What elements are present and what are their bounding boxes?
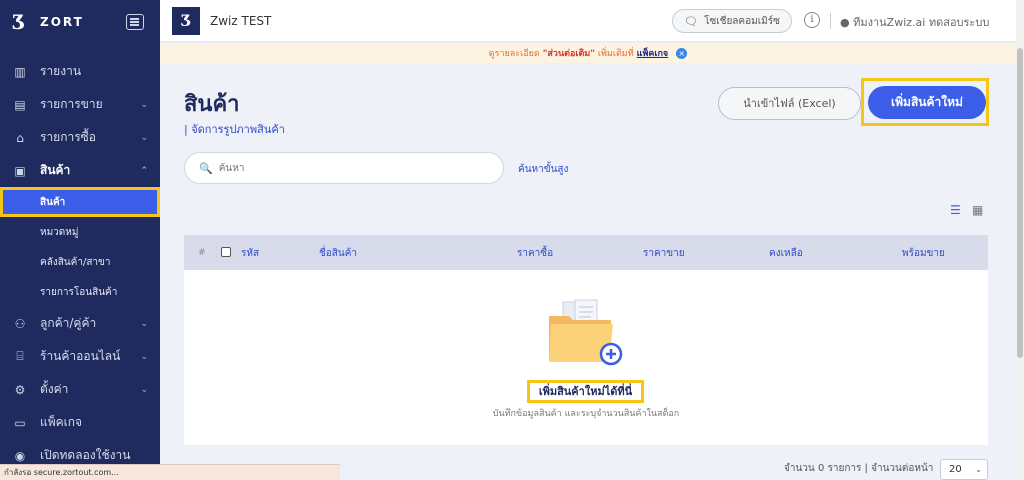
sidebar-item-label: รายการซื้อ [40,130,97,144]
clipboard-icon: ▤ [14,97,26,112]
sidebar-subitem-categories[interactable]: หมวดหมู่ [0,217,160,247]
chevron-down-icon: ⌄ [140,132,148,143]
column-buy-price[interactable]: ราคาซื้อ [517,246,553,261]
add-product-button[interactable]: เพิ่มสินค้าใหม่ [868,86,986,119]
chevron-up-icon: ⌃ [140,165,148,176]
package-icon: ▭ [14,415,26,430]
sidebar-nav: ▥ รายงาน ▤ รายการขาย ⌄ ⌂ รายการซื้อ ⌄ ▣ … [0,55,160,472]
notice-middle: เพิ่มเติมที่ [597,49,634,59]
sidebar-item-label: สินค้า [40,163,71,177]
advanced-search-link[interactable]: ค้นหาขั้นสูง [518,162,568,177]
page-size-select[interactable]: 20 ⌄ [940,459,988,480]
sidebar-item-label: แพ็คเกจ [40,415,83,429]
column-name[interactable]: ชื่อสินค้า [319,246,357,261]
sidebar-item-reports[interactable]: ▥ รายงาน [0,55,160,88]
select-all-checkbox[interactable] [221,247,231,257]
chevron-down-icon: ⌄ [140,318,148,329]
empty-description: บันทึกข้อมูลสินค้า และระบุจำนวนสินค้าในส… [492,409,680,419]
sidebar-item-label: ลูกค้า/คู่ค้า [40,316,97,330]
sidebar-subitem-transfers[interactable]: รายการโอนสินค้า [0,277,160,307]
user-icon: ● [840,16,850,29]
workspace-logo-icon: Ʒ [172,6,200,35]
table-header: # รหัส ชื่อสินค้า ราคาซื้อ ราคาขาย คงเหล… [184,235,988,270]
store-icon: ⌸ [16,349,24,363]
sidebar-item-products[interactable]: ▣ สินค้า ⌃ [0,154,160,187]
import-excel-button[interactable]: นำเข้าไฟล์ (Excel) [718,87,861,120]
chevron-down-icon: ⌄ [140,384,148,395]
social-commerce-button[interactable]: 🗨 โซเชียลคอมเมิร์ซ [672,9,792,33]
pagination-summary: จำนวน 0 รายการ | จำนวนต่อหน้า [784,463,934,474]
chat-icon: 🗨 [684,14,699,28]
bar-chart-icon: ▥ [14,64,26,79]
search-input[interactable] [218,162,479,174]
search-icon: 🔍 [199,161,213,175]
scroll-thumb[interactable] [1017,48,1023,358]
brand-name: ZORT [40,15,84,29]
browser-status-bar: กำลังรอ secure.zortout.com... [0,464,340,480]
sidebar-item-settings[interactable]: ⚙ ตั้งค่า ⌄ [0,373,160,406]
play-icon: ◉ [14,448,26,463]
sidebar-item-label: ตั้งค่า [40,382,69,396]
notice-package-link[interactable]: แพ็คเกจ [637,46,669,60]
notice-banner: ดูรายละเอียด "ส่วนต่อเติม" เพิ่มเติมที่ … [160,43,1016,63]
gear-icon: ⚙ [14,382,26,397]
social-commerce-label: โซเชียลคอมเมิร์ซ [704,15,780,27]
notice-highlight: "ส่วนต่อเติม" [542,49,595,59]
add-product-here-link[interactable]: เพิ่มสินค้าใหม่ได้ที่นี่ [530,383,641,400]
box-icon: ▣ [14,163,26,178]
sidebar-item-label: ร้านค้าออนไลน์ [40,349,121,363]
page-size-value: 20 [949,464,962,475]
sidebar-item-package[interactable]: ▭ แพ็คเกจ [0,406,160,439]
top-header: Ʒ Zwiz TEST 🗨 โซเชียลคอมเมิร์ซ i ● ทีมงา… [160,0,1016,42]
column-sell-price[interactable]: ราคาขาย [643,246,685,261]
column-hash: # [198,248,206,258]
workspace-name: Zwiz TEST [210,13,272,28]
users-icon: ⚇ [14,316,26,331]
notice-prefix: ดูรายละเอียด [488,49,540,59]
chevron-down-icon: ⌄ [140,99,148,110]
column-code[interactable]: รหัส [241,246,259,261]
sidebar-item-sales[interactable]: ▤ รายการขาย ⌄ [0,88,160,121]
sidebar-item-label: เปิดทดลองใช้งาน [40,448,131,462]
basket-icon: ⌂ [16,130,24,145]
manage-images-link[interactable]: | จัดการรูปภาพสินค้า [184,120,285,138]
chevron-down-icon: ⌄ [140,351,148,362]
sidebar-subitem-warehouses[interactable]: คลังสินค้า/สาขา [0,247,160,277]
menu-toggle-icon[interactable] [126,14,144,30]
header-divider [830,13,831,29]
close-icon[interactable]: × [676,47,688,59]
user-menu[interactable]: ● ทีมงานZwiz.ai ทดสอบระบบ [840,13,989,31]
sidebar: Ʒ ZORT ▥ รายงาน ▤ รายการขาย ⌄ ⌂ รายการซื… [0,0,160,480]
user-name: ทีมงานZwiz.ai ทดสอบระบบ [853,16,990,29]
grid-view-icon[interactable]: ▦ [972,203,983,217]
sidebar-item-label: รายการขาย [40,97,103,111]
sidebar-item-customers[interactable]: ⚇ ลูกค้า/คู่ค้า ⌄ [0,307,160,340]
search-box[interactable]: 🔍 [184,152,504,184]
table-empty-state: เพิ่มสินค้าใหม่ได้ที่นี่ บันทึกข้อมูลสิน… [184,270,988,445]
page-scrollbar[interactable] [1016,0,1024,480]
info-icon[interactable]: i [804,12,820,28]
chevron-down-icon: ⌄ [975,465,982,474]
zort-logo-icon: Ʒ [12,10,26,34]
sidebar-item-purchases[interactable]: ⌂ รายการซื้อ ⌄ [0,121,160,154]
column-available[interactable]: พร้อมขาย [902,246,945,261]
sidebar-item-label: รายงาน [40,64,82,78]
sidebar-subitem-products[interactable]: สินค้า [0,187,160,217]
column-stock[interactable]: คงเหลือ [769,246,803,261]
page-title: สินค้า [184,92,240,117]
list-view-icon[interactable]: ☰ [950,203,961,217]
sidebar-item-online-store[interactable]: ⌸ ร้านค้าออนไลน์ ⌄ [0,340,160,373]
empty-folder-icon [549,299,623,366]
